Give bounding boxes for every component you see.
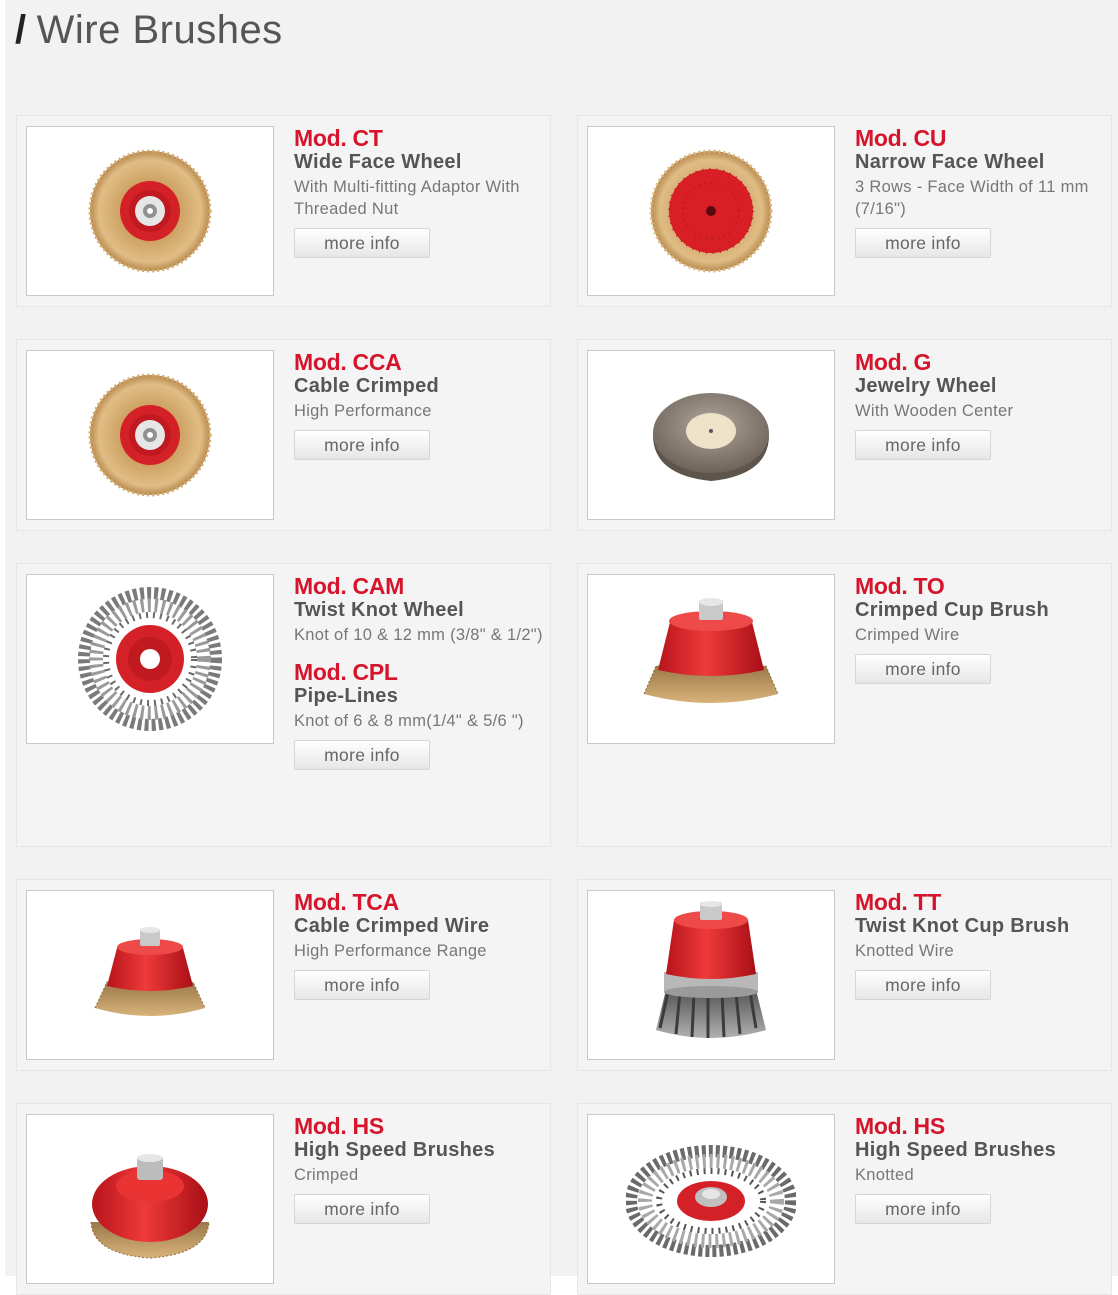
product-description: Knot of 10 & 12 mm (3/8" & 1/2") <box>294 626 543 644</box>
product-name[interactable]: Twist Knot Wheel <box>294 599 544 621</box>
product-model[interactable]: Mod. CCA <box>294 350 544 375</box>
product-image[interactable] <box>26 890 274 1060</box>
knotted-cup-brush-icon <box>656 901 766 1038</box>
product-image[interactable] <box>26 350 274 520</box>
product-description: Knotted <box>855 1166 914 1184</box>
more-info-button[interactable]: more info <box>294 228 430 258</box>
product-description: With Multi-fitting Adaptor With Threaded… <box>294 178 520 218</box>
brass-wheel-brush-icon <box>88 149 212 273</box>
narrow-brass-wheel-icon <box>649 149 773 273</box>
product-info: Mod. TCA Cable Crimped Wire High Perform… <box>294 890 544 1000</box>
product-name[interactable]: Crimped Cup Brush <box>855 599 1105 621</box>
product-card-cca: Mod. CCA Cable Crimped High Performance … <box>16 339 551 531</box>
product-description: Crimped Wire <box>855 626 960 644</box>
product-model[interactable]: Mod. HS <box>294 1114 544 1139</box>
product-card-cu: Mod. CU Narrow Face Wheel 3 Rows - Face … <box>577 115 1112 307</box>
product-info: Mod. HS High Speed Brushes Knotted more … <box>855 1114 1105 1224</box>
product-image[interactable] <box>26 1114 274 1284</box>
product-info: Mod. TT Twist Knot Cup Brush Knotted Wir… <box>855 890 1105 1000</box>
sub-product-description: Knot of 6 & 8 mm(1/4" & 5/6 ") <box>294 712 524 730</box>
product-description: High Performance <box>294 402 432 420</box>
product-card-g: Mod. G Jewelry Wheel With Wooden Center … <box>577 339 1112 531</box>
more-info-button[interactable]: more info <box>855 970 991 1000</box>
product-description: Knotted Wire <box>855 942 954 960</box>
product-info: Mod. HS High Speed Brushes Crimped more … <box>294 1114 544 1224</box>
more-info-button[interactable]: more info <box>855 654 991 684</box>
product-description: High Performance Range <box>294 942 487 960</box>
product-name[interactable]: Twist Knot Cup Brush <box>855 915 1105 937</box>
more-info-button[interactable]: more info <box>294 970 430 1000</box>
product-card-tca: Mod. TCA Cable Crimped Wire High Perform… <box>16 879 551 1071</box>
twist-knot-wheel-icon <box>78 587 222 731</box>
more-info-button[interactable]: more info <box>294 1194 430 1224</box>
high-speed-knot-wheel-icon <box>626 1145 796 1257</box>
product-description: Crimped <box>294 1166 359 1184</box>
product-name[interactable]: Wide Face Wheel <box>294 151 544 173</box>
product-image[interactable] <box>26 126 274 296</box>
product-card-hs-knotted: Mod. HS High Speed Brushes Knotted more … <box>577 1103 1112 1295</box>
small-cup-brush-icon <box>94 927 206 1016</box>
product-name[interactable]: Cable Crimped <box>294 375 544 397</box>
more-info-button[interactable]: more info <box>855 430 991 460</box>
product-model[interactable]: Mod. TO <box>855 574 1105 599</box>
crimped-cup-brush-icon <box>643 598 779 703</box>
product-image[interactable] <box>587 350 835 520</box>
page-title: / Wire Brushes <box>15 8 283 53</box>
product-info: Mod. CCA Cable Crimped High Performance … <box>294 350 544 460</box>
sub-product: Mod. CPL Pipe-Lines Knot of 6 & 8 mm(1/4… <box>294 660 544 732</box>
more-info-button[interactable]: more info <box>855 1194 991 1224</box>
product-model[interactable]: Mod. CT <box>294 126 544 151</box>
product-card-ct: Mod. CT Wide Face Wheel With Multi-fitti… <box>16 115 551 307</box>
product-model[interactable]: Mod. CAM <box>294 574 544 599</box>
more-info-button[interactable]: more info <box>294 740 430 770</box>
title-slash: / <box>15 8 27 52</box>
product-card-to: Mod. TO Crimped Cup Brush Crimped Wire m… <box>577 563 1112 847</box>
product-info: Mod. TO Crimped Cup Brush Crimped Wire m… <box>855 574 1105 684</box>
product-image[interactable] <box>587 126 835 296</box>
jewelry-wheel-icon <box>653 393 769 481</box>
sub-product-model[interactable]: Mod. CPL <box>294 660 544 685</box>
product-info: Mod. CT Wide Face Wheel With Multi-fitti… <box>294 126 544 258</box>
product-image[interactable] <box>587 574 835 744</box>
product-name[interactable]: Cable Crimped Wire <box>294 915 544 937</box>
product-name[interactable]: High Speed Brushes <box>855 1139 1105 1161</box>
product-info: Mod. G Jewelry Wheel With Wooden Center … <box>855 350 1105 460</box>
product-name[interactable]: High Speed Brushes <box>294 1139 544 1161</box>
title-text: Wire Brushes <box>36 8 283 52</box>
sub-product-name[interactable]: Pipe-Lines <box>294 685 544 707</box>
product-card-hs-crimped: Mod. HS High Speed Brushes Crimped more … <box>16 1103 551 1295</box>
product-image[interactable] <box>26 574 274 744</box>
product-model[interactable]: Mod. TCA <box>294 890 544 915</box>
product-name[interactable]: Narrow Face Wheel <box>855 151 1105 173</box>
product-card-cam: Mod. CAM Twist Knot Wheel Knot of 10 & 1… <box>16 563 551 847</box>
more-info-button[interactable]: more info <box>855 228 991 258</box>
product-description: With Wooden Center <box>855 402 1014 420</box>
product-model[interactable]: Mod. HS <box>855 1114 1105 1139</box>
product-model[interactable]: Mod. G <box>855 350 1105 375</box>
product-info: Mod. CU Narrow Face Wheel 3 Rows - Face … <box>855 126 1105 258</box>
page-container: / Wire Brushes Mod. CT Wide Face Wheel W… <box>5 0 1118 1295</box>
product-info: Mod. CAM Twist Knot Wheel Knot of 10 & 1… <box>294 574 544 770</box>
product-model[interactable]: Mod. TT <box>855 890 1105 915</box>
product-description: 3 Rows - Face Width of 11 mm (7/16") <box>855 178 1089 218</box>
brass-wheel-brush-icon <box>88 373 212 497</box>
more-info-button[interactable]: more info <box>294 430 430 460</box>
high-speed-cup-brush-icon <box>90 1154 210 1259</box>
product-image[interactable] <box>587 890 835 1060</box>
product-card-tt: Mod. TT Twist Knot Cup Brush Knotted Wir… <box>577 879 1112 1071</box>
product-name[interactable]: Jewelry Wheel <box>855 375 1105 397</box>
product-model[interactable]: Mod. CU <box>855 126 1105 151</box>
product-image[interactable] <box>587 1114 835 1284</box>
